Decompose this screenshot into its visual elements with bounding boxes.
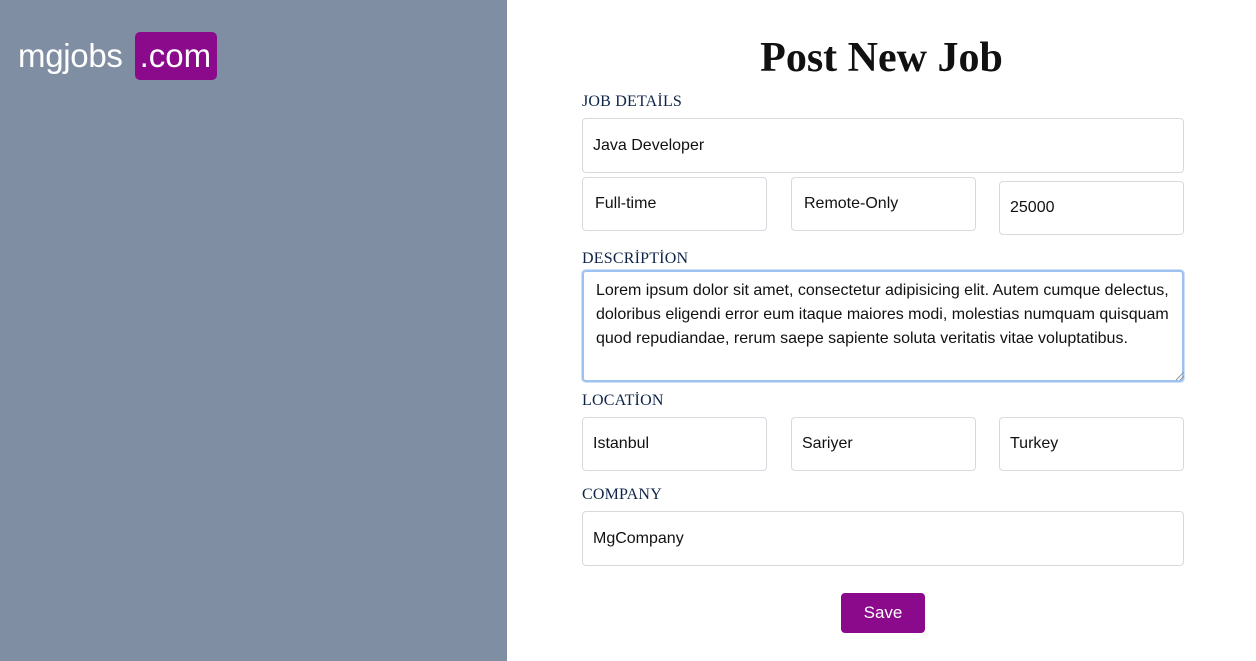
salary-input[interactable] <box>999 181 1184 235</box>
company-label: COMPANY <box>582 486 662 503</box>
sidebar: mgjobs .com <box>0 0 507 661</box>
company-name-input[interactable] <box>582 511 1184 566</box>
job-type-input[interactable] <box>582 177 767 231</box>
job-title-input[interactable] <box>582 118 1184 173</box>
description-textarea[interactable]: Lorem ipsum dolor sit amet, consectetur … <box>582 270 1184 382</box>
page-title: Post New Job <box>760 35 1003 81</box>
location-label: LOCATİON <box>582 392 664 409</box>
logo-name: mgjobs <box>18 37 123 74</box>
resize-handle-icon[interactable] <box>1176 372 1184 380</box>
post-job-form: Post New Job JOB DETAİLS DESCRİPTİON Lor… <box>507 0 1256 661</box>
logo-tld-badge: .com <box>134 32 218 80</box>
city-input[interactable] <box>582 417 767 471</box>
logo[interactable]: mgjobs .com <box>18 32 218 80</box>
remote-type-input[interactable] <box>791 177 976 231</box>
save-button[interactable]: Save <box>841 593 925 633</box>
country-input[interactable] <box>999 417 1184 471</box>
job-details-label: JOB DETAİLS <box>582 93 683 110</box>
description-label: DESCRİPTİON <box>582 250 689 267</box>
district-input[interactable] <box>791 417 976 471</box>
